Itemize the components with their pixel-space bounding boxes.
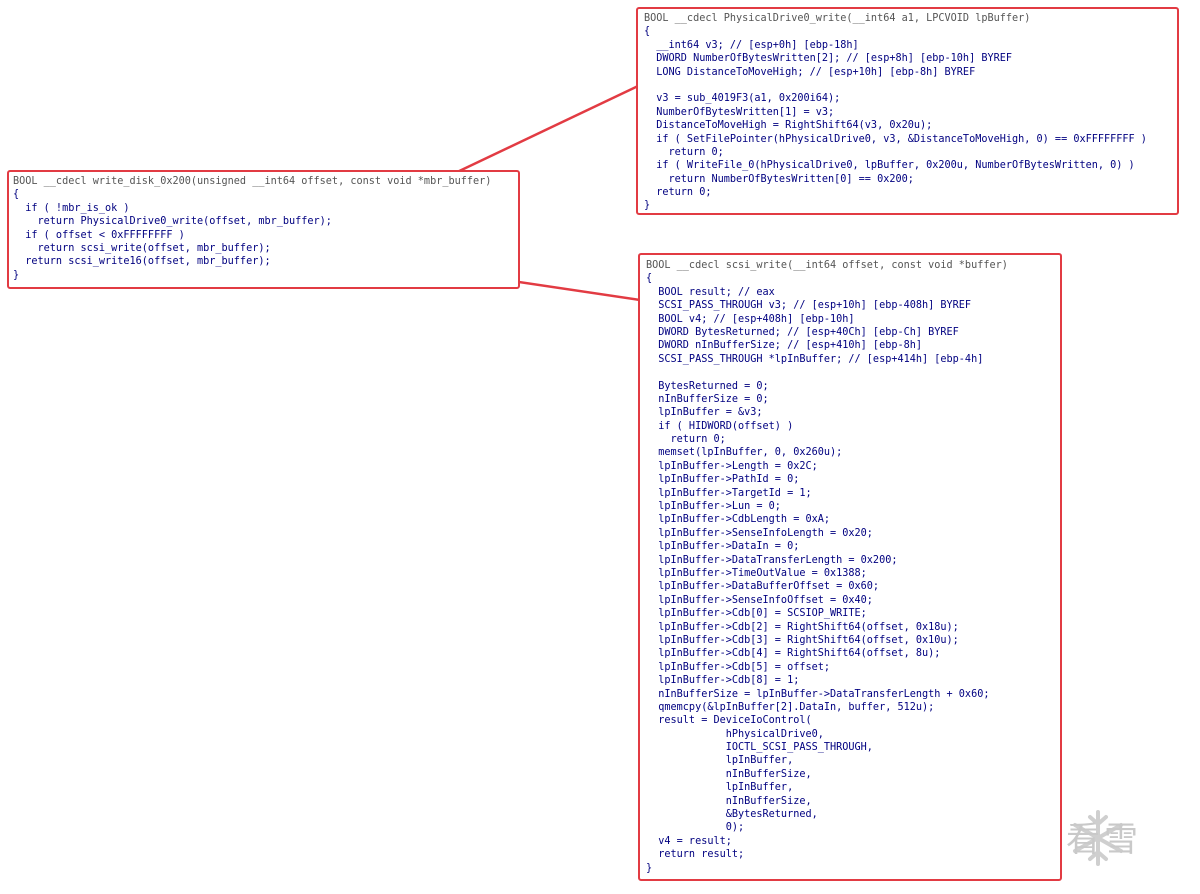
code-line: IOCTL_SCSI_PASS_THROUGH, <box>646 742 873 754</box>
code-line: lpInBuffer->SenseInfoLength = 0x20; <box>646 527 873 539</box>
code-line: LONG DistanceToMoveHigh; // [esp+10h] [e… <box>644 66 976 78</box>
code-line: lpInBuffer->PathId = 0; <box>646 474 800 486</box>
physical-drive-panel: BOOL __cdecl PhysicalDrive0_write(__int6… <box>636 7 1179 215</box>
code-line: lpInBuffer->Lun = 0; <box>646 501 781 513</box>
code-line: lpInBuffer->DataTransferLength = 0x200; <box>646 554 898 566</box>
code-line: hPhysicalDrive0, <box>646 728 824 740</box>
code-line: return 0; <box>644 187 712 199</box>
code-line: result = DeviceIoControl( <box>646 715 812 727</box>
code-line: return PhysicalDrive0_write(offset, mbr_… <box>13 216 332 228</box>
code-line: SCSI_PASS_THROUGH v3; // [esp+10h] [ebp-… <box>646 300 972 312</box>
code-line: if ( SetFilePointer(hPhysicalDrive0, v3,… <box>644 133 1147 145</box>
code-line: return result; <box>646 849 745 861</box>
code-line: { <box>644 26 651 38</box>
code-line: lpInBuffer->Length = 0x2C; <box>646 460 818 472</box>
scsi-write-code: BOOL __cdecl scsi_write(__int64 offset, … <box>640 255 1014 879</box>
code-line: } <box>646 862 653 874</box>
code-line: lpInBuffer->SenseInfoOffset = 0x40; <box>646 594 873 606</box>
code-line: BOOL __cdecl write_disk_0x200(unsigned _… <box>13 176 492 187</box>
code-line: { <box>646 273 653 285</box>
code-line: BOOL v4; // [esp+408h] [ebp-10h] <box>646 313 855 325</box>
code-line: BytesReturned = 0; <box>646 380 769 392</box>
code-line: BOOL __cdecl PhysicalDrive0_write(__int6… <box>644 13 1031 24</box>
code-line: lpInBuffer->Cdb[4] = RightShift64(offset… <box>646 648 941 660</box>
code-line: lpInBuffer->DataBufferOffset = 0x60; <box>646 581 880 593</box>
code-line: DWORD BytesReturned; // [esp+40Ch] [ebp-… <box>646 326 959 338</box>
code-line: lpInBuffer->TargetId = 1; <box>646 487 812 499</box>
code-line: BOOL __cdecl scsi_write(__int64 offset, … <box>646 260 1008 271</box>
watermark-text: 看雪 <box>1066 820 1142 860</box>
code-line: { <box>13 189 20 201</box>
code-line: DWORD nInBufferSize; // [esp+410h] [ebp-… <box>646 340 923 352</box>
code-line: return NumberOfBytesWritten[0] == 0x200; <box>644 173 914 185</box>
code-line: } <box>13 269 20 281</box>
code-line: if ( !mbr_is_ok ) <box>13 202 130 214</box>
code-line: lpInBuffer->Cdb[3] = RightShift64(offset… <box>646 634 959 646</box>
code-line: nInBufferSize, <box>646 768 812 780</box>
code-line: v3 = sub_4019F3(a1, 0x200i64); <box>644 93 841 105</box>
code-line: 0); <box>646 822 745 834</box>
code-line: BOOL result; // eax <box>646 286 775 298</box>
code-line: lpInBuffer->Cdb[8] = 1; <box>646 675 800 687</box>
code-line: return 0; <box>644 146 724 158</box>
code-line: lpInBuffer->Cdb[2] = RightShift64(offset… <box>646 621 959 633</box>
code-line: memset(lpInBuffer, 0, 0x260u); <box>646 447 843 459</box>
physical-drive-code: BOOL __cdecl PhysicalDrive0_write(__int6… <box>638 9 1153 216</box>
code-line: return 0; <box>646 434 726 446</box>
code-line: qmemcpy(&lpInBuffer[2].DataIn, buffer, 5… <box>646 701 935 713</box>
code-line: lpInBuffer->Cdb[0] = SCSIOP_WRITE; <box>646 608 867 620</box>
code-line: lpInBuffer, <box>646 755 794 767</box>
code-line: } <box>644 200 651 212</box>
code-line: __int64 v3; // [esp+0h] [ebp-18h] <box>644 39 859 51</box>
code-line: if ( HIDWORD(offset) ) <box>646 420 794 432</box>
code-line: lpInBuffer->Cdb[5] = offset; <box>646 661 831 673</box>
write-disk-panel: BOOL __cdecl write_disk_0x200(unsigned _… <box>7 170 520 289</box>
code-line: SCSI_PASS_THROUGH *lpInBuffer; // [esp+4… <box>646 353 984 365</box>
code-line: return scsi_write16(offset, mbr_buffer); <box>13 256 271 268</box>
code-line: NumberOfBytesWritten[1] = v3; <box>644 106 835 118</box>
code-line: v4 = result; <box>646 835 732 847</box>
code-line: lpInBuffer->CdbLength = 0xA; <box>646 514 831 526</box>
code-line: lpInBuffer->TimeOutValue = 0x1388; <box>646 567 867 579</box>
code-line: lpInBuffer, <box>646 782 794 794</box>
code-line: nInBufferSize = lpInBuffer->DataTransfer… <box>646 688 990 700</box>
code-line: DistanceToMoveHigh = RightShift64(v3, 0x… <box>644 120 933 132</box>
code-line: if ( WriteFile_0(hPhysicalDrive0, lpBuff… <box>644 160 1135 172</box>
scsi-write-panel: BOOL __cdecl scsi_write(__int64 offset, … <box>638 253 1062 881</box>
code-line: nInBufferSize = 0; <box>646 393 769 405</box>
code-line: &BytesReturned, <box>646 809 818 821</box>
code-line: lpInBuffer->DataIn = 0; <box>646 541 800 553</box>
code-line: return scsi_write(offset, mbr_buffer); <box>13 242 271 254</box>
code-line: lpInBuffer = &v3; <box>646 407 763 419</box>
write-disk-code: BOOL __cdecl write_disk_0x200(unsigned _… <box>9 172 495 285</box>
code-line: nInBufferSize, <box>646 795 812 807</box>
code-line: if ( offset < 0xFFFFFFFF ) <box>13 229 185 241</box>
code-line: DWORD NumberOfBytesWritten[2]; // [esp+8… <box>644 53 1013 65</box>
